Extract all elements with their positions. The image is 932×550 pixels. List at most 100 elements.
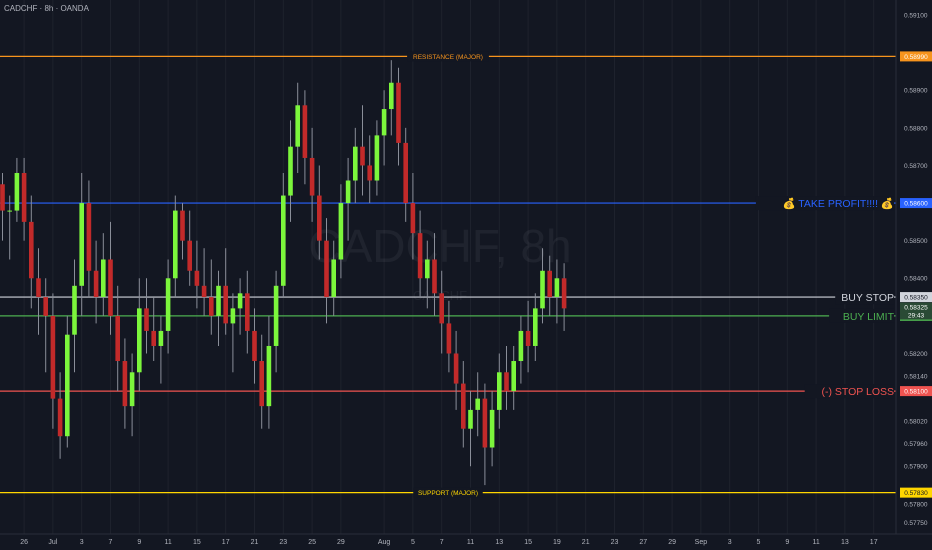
candle-bear[interactable]: [317, 195, 322, 241]
price-tick-label: 0.58020: [904, 419, 928, 426]
candle-bear[interactable]: [302, 105, 308, 158]
candle-bull[interactable]: [497, 372, 502, 410]
candle-bear[interactable]: [410, 203, 416, 234]
candle-bull[interactable]: [273, 285, 279, 346]
level-price-text: 0.58350: [904, 294, 928, 301]
candle-bull[interactable]: [65, 334, 70, 437]
level-price-text: 0.58100: [904, 388, 928, 395]
candle-bear[interactable]: [504, 372, 509, 392]
candle-bear[interactable]: [43, 297, 48, 316]
time-tick-label: Aug: [378, 539, 391, 546]
candle-bear[interactable]: [439, 293, 444, 324]
level-label: SUPPORT (MAJOR): [418, 490, 478, 497]
level-label: RESISTANCE (MAJOR): [413, 54, 483, 61]
candle-bear[interactable]: [461, 383, 466, 429]
price-tick-label: 0.57900: [904, 464, 928, 471]
candle-bull[interactable]: [281, 195, 286, 286]
candle-bear[interactable]: [547, 270, 552, 298]
candle-bear[interactable]: [201, 285, 207, 298]
level-label: BUY STOP: [841, 292, 894, 304]
candle-bull[interactable]: [374, 135, 380, 181]
candle-bull[interactable]: [511, 361, 516, 392]
candle-bull[interactable]: [165, 278, 171, 331]
candle-bear[interactable]: [122, 361, 128, 407]
time-tick-label: 23: [611, 539, 619, 546]
candle-bear[interactable]: [561, 278, 567, 309]
candle-bear[interactable]: [309, 157, 315, 196]
candle-bull[interactable]: [7, 210, 12, 212]
chart-canvas[interactable]: CADCHF, 8h CADCHF RESISTANCE (MAJOR)💰 TA…: [0, 0, 932, 550]
candle-bear[interactable]: [417, 233, 423, 279]
candle-bear[interactable]: [446, 323, 452, 354]
time-tick-label: 15: [193, 539, 201, 546]
candle-bull[interactable]: [72, 285, 77, 335]
price-tick-label: 0.58400: [904, 276, 928, 283]
candle-bear[interactable]: [115, 315, 120, 362]
candle-bear[interactable]: [396, 82, 401, 143]
candle-bear[interactable]: [367, 165, 372, 181]
candle-bull[interactable]: [173, 210, 178, 279]
candle-bull[interactable]: [554, 278, 560, 298]
candle-bear[interactable]: [432, 259, 437, 294]
candle-bull[interactable]: [266, 345, 272, 407]
time-tick-label: 21: [582, 539, 590, 546]
candle-bull[interactable]: [489, 409, 495, 448]
candle-bear[interactable]: [21, 172, 27, 222]
time-tick-label: 13: [495, 539, 503, 546]
candle-bear[interactable]: [108, 259, 113, 316]
candle-bear[interactable]: [403, 142, 408, 204]
candle-bull[interactable]: [129, 372, 135, 407]
candle-bull[interactable]: [288, 146, 293, 196]
candle-bull[interactable]: [381, 109, 387, 136]
candle-bull[interactable]: [137, 308, 142, 373]
candle-bull[interactable]: [237, 293, 243, 309]
candle-bear[interactable]: [453, 353, 459, 384]
price-tick-label: 0.58800: [904, 125, 928, 132]
chart-title: CADCHF · 8h · OANDA: [4, 4, 90, 13]
candle-bear[interactable]: [252, 330, 257, 362]
candle-bear[interactable]: [57, 398, 63, 437]
candle-bear[interactable]: [93, 270, 99, 298]
candle-bear[interactable]: [324, 240, 329, 298]
time-tick-label: 3: [80, 539, 84, 546]
candle-bull[interactable]: [14, 172, 20, 211]
candle-bull[interactable]: [295, 105, 300, 147]
candle-bull[interactable]: [533, 308, 538, 346]
candle-bear[interactable]: [50, 315, 56, 399]
candle-bear[interactable]: [482, 398, 488, 448]
candle-bull[interactable]: [353, 146, 358, 181]
candle-bear[interactable]: [259, 361, 264, 407]
candle-bear[interactable]: [144, 308, 149, 331]
candle-bear[interactable]: [86, 203, 92, 271]
candle-bull[interactable]: [216, 285, 221, 316]
price-tick-label: 0.58140: [904, 373, 928, 380]
candle-bull[interactable]: [331, 259, 336, 298]
candle-bear[interactable]: [0, 184, 5, 211]
candle-bear[interactable]: [209, 297, 214, 316]
candle-bear[interactable]: [525, 330, 531, 346]
candle-bear[interactable]: [29, 221, 34, 279]
candle-bull[interactable]: [345, 180, 351, 204]
candle-bull[interactable]: [425, 259, 430, 279]
time-tick-label: 19: [553, 539, 561, 546]
candle-bear[interactable]: [360, 146, 365, 166]
candle-bull[interactable]: [475, 398, 480, 410]
candle-bull[interactable]: [338, 203, 344, 260]
candle-bull[interactable]: [101, 259, 106, 298]
candle-bear[interactable]: [36, 278, 41, 298]
time-tick-label: 13: [841, 539, 849, 546]
candle-bear[interactable]: [180, 210, 185, 241]
candle-bull[interactable]: [540, 270, 545, 309]
candle-bull[interactable]: [389, 82, 394, 110]
time-tick-label: 26: [20, 539, 28, 546]
candle-bull[interactable]: [79, 203, 84, 286]
candle-bear[interactable]: [245, 293, 250, 331]
candle-bull[interactable]: [158, 330, 164, 346]
candle-bull[interactable]: [518, 330, 524, 362]
candle-bull[interactable]: [230, 308, 236, 324]
candle-bear[interactable]: [187, 240, 192, 271]
candle-bear[interactable]: [223, 285, 228, 324]
candle-bear[interactable]: [151, 330, 156, 346]
candle-bull[interactable]: [468, 409, 473, 429]
candle-bear[interactable]: [194, 270, 200, 286]
